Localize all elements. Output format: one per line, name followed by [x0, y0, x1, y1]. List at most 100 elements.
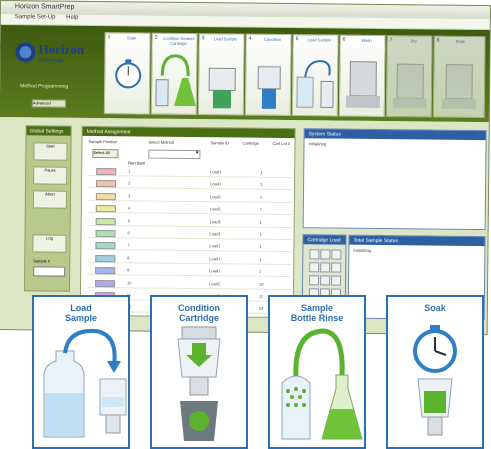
advanced-button[interactable]: Advanced [31, 99, 66, 108]
step-7[interactable]: 7 Dry [385, 35, 433, 118]
col-cartridge: Cartridge [242, 140, 259, 146]
keypad-key[interactable] [320, 275, 331, 286]
start-button[interactable]: Start [33, 142, 68, 161]
row-sample-id: Load1 [210, 169, 222, 175]
sample-color-swatch [95, 230, 116, 238]
logo-mark-icon [15, 42, 36, 63]
step-3[interactable]: 3 Load Sample [197, 33, 245, 116]
card-load-sample: Load Sample [32, 295, 130, 449]
keypad-key[interactable] [309, 275, 320, 286]
keypad-key[interactable] [309, 262, 320, 273]
table-row[interactable]: 9 Load1 1 [87, 266, 292, 278]
load-sample-icon [296, 60, 334, 108]
sample-color-swatch [95, 217, 116, 225]
card-title: Soak [424, 303, 446, 313]
abort-button[interactable]: Abort [32, 190, 68, 209]
step-label: Condition [264, 36, 282, 42]
brand-subtitle: Technology [38, 57, 64, 64]
instrument-icon [345, 61, 381, 108]
row-sample-id: Load1 [209, 206, 221, 212]
step-number: 6 [342, 36, 346, 43]
first-option: Run Sam [128, 160, 146, 166]
keypad-key[interactable] [320, 262, 331, 273]
sample-color-swatch [95, 242, 116, 250]
step-1[interactable]: 1 Soak [103, 32, 151, 115]
card-condition-cartridge: Condition Cartridge [150, 295, 248, 449]
log-button[interactable]: Log [32, 234, 67, 253]
step-6[interactable]: 6 Wash [338, 34, 386, 118]
step-label: Soak [127, 35, 137, 41]
col-sample-position: Sample Position [88, 138, 118, 145]
table-row[interactable]: 4 Load1 1 [87, 204, 292, 216]
row-cartridge: 10 [259, 281, 264, 287]
load-sample-icon [43, 328, 127, 438]
row-sample-id: Load1 [209, 268, 221, 274]
keypad-key[interactable] [331, 275, 342, 286]
table-row[interactable]: 6 Load1 1 [87, 228, 292, 241]
row-sample-id: Load1 [209, 243, 221, 249]
row-number: 6 [127, 230, 130, 236]
col-sample-id: Sample ID [210, 140, 230, 146]
table-row[interactable]: 10 Load1 10 [86, 278, 292, 290]
table-row[interactable]: 1 Load1 1 [88, 166, 293, 179]
row-cartridge: 1 [259, 268, 262, 274]
table-row[interactable]: 3 Load1 1 [87, 191, 292, 203]
condition-cartridge-icon [177, 326, 221, 441]
keypad-key[interactable] [309, 249, 320, 260]
step-number: 5 [295, 36, 299, 43]
menu-item-setup[interactable]: Sample Set-Up [15, 14, 56, 20]
sample-color-swatch [96, 180, 117, 188]
card-title: Sample Bottle Rinse [290, 303, 344, 323]
step-label: Wash [361, 37, 372, 43]
step-5[interactable]: 5 Load Sample [291, 34, 339, 117]
select-all-button[interactable]: Select All [92, 148, 119, 159]
row-number: 4 [127, 205, 131, 211]
method-assignment-grid: Method Assignment Sample Position Select… [79, 125, 296, 319]
step-number: 1 [107, 34, 111, 41]
cartridge-icon [208, 67, 236, 109]
row-number: 10 [127, 279, 132, 285]
step-2[interactable]: 2 Condition Sorbent Cartridge [150, 32, 198, 116]
keypad-key[interactable] [331, 249, 342, 260]
system-status-panel: System Status Initializing. [302, 128, 487, 231]
row-cartridge: 1 [259, 231, 262, 237]
row-number: 2 [128, 180, 131, 186]
app-window: Horizon SmartPrep Sample Set-Up Help Hor… [0, 0, 491, 336]
row-cartridge: 1 [259, 244, 262, 250]
row-number: 8 [127, 255, 130, 261]
flask-icon [155, 54, 196, 107]
sample-number-field[interactable] [33, 266, 66, 277]
col-cart-lot: Cart Lot # [272, 140, 291, 147]
row-sample-id: Load1 [209, 280, 221, 286]
step-number: 7 [389, 37, 393, 44]
keypad-key[interactable] [320, 249, 331, 260]
table-row[interactable]: 5 Load1 1 [87, 216, 292, 228]
step-4[interactable]: 4 Condition [244, 33, 292, 117]
instrument-icon [441, 64, 476, 109]
table-row[interactable]: 8 Load1 1 [87, 253, 292, 265]
table-row[interactable]: 2 Load1 1 [88, 179, 293, 191]
table-row[interactable]: 7 Load1 1 [87, 241, 292, 253]
step-8[interactable]: 8 Elute [432, 35, 486, 119]
step-label: Load Sample [213, 36, 238, 42]
card-title: Condition Cartridge [178, 303, 220, 323]
menu-item-help[interactable]: Help [66, 15, 78, 21]
row-cartridge: 1 [259, 194, 263, 200]
row-cartridge: 11 [258, 293, 264, 299]
col-select-method: Select Method [148, 139, 175, 145]
step-label: Dry [410, 38, 417, 44]
row-sample-id: Load1 [209, 256, 221, 262]
row-cartridge: 12 [258, 306, 264, 312]
cartridge-icon [257, 66, 281, 109]
sample-number-label: Sample # [33, 258, 51, 264]
side-text: Method Programming [20, 83, 69, 90]
method-dropdown[interactable]: ▾ [148, 149, 201, 160]
keypad-key[interactable] [331, 262, 342, 273]
row-sample-id: Load1 [209, 231, 221, 237]
panel-title: Total Sample Status [349, 235, 485, 247]
panel-title: System Status [304, 129, 486, 141]
sample-color-swatch [95, 267, 116, 275]
pause-button[interactable]: Pause [33, 166, 68, 185]
method-step-strip: Horizon Technology Method Programming Ad… [0, 25, 491, 123]
row-number: 5 [127, 217, 130, 223]
